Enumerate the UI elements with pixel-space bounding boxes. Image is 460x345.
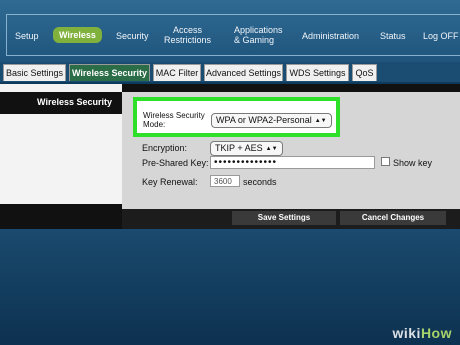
nav-wireless[interactable]: Wireless — [53, 27, 102, 43]
tab-wds-settings[interactable]: WDS Settings — [286, 64, 349, 81]
watermark-wiki: wiki — [392, 325, 421, 341]
top-navigation: Setup Wireless Security Access Restricti… — [0, 0, 460, 62]
show-key-checkbox[interactable] — [381, 157, 390, 166]
nav-log-off[interactable]: Log OFF — [423, 31, 459, 41]
action-bar: Save Settings Cancel Changes — [122, 209, 460, 229]
select-arrows-icon: ▲▼ — [314, 118, 327, 124]
psk-input[interactable]: •••••••••••••• — [210, 156, 375, 169]
show-key-label: Show key — [393, 158, 433, 168]
security-mode-value: WPA or WPA2-Personal — [216, 115, 312, 125]
encryption-label: Encryption: — [142, 143, 188, 153]
tab-wireless-security[interactable]: Wireless Security — [69, 64, 150, 81]
section-header-band: Wireless Security — [0, 92, 122, 114]
renewal-label: Key Renewal: — [142, 177, 198, 187]
nav-administration[interactable]: Administration — [302, 31, 359, 41]
nav-applications-gaming[interactable]: Applications & Gaming — [234, 25, 283, 45]
section-title: Wireless Security — [37, 97, 112, 107]
tab-advanced-settings[interactable]: Advanced Settings — [204, 64, 283, 81]
security-mode-label: Wireless Security Mode: — [143, 111, 205, 129]
nav-access-restrictions[interactable]: Access Restrictions — [164, 25, 211, 45]
security-mode-highlight: Wireless Security Mode: WPA or WPA2-Pers… — [133, 97, 340, 137]
save-settings-button[interactable]: Save Settings — [232, 211, 336, 225]
security-mode-select[interactable]: WPA or WPA2-Personal ▲▼ — [211, 113, 332, 128]
renewal-unit: seconds — [243, 177, 277, 187]
page-background: wikiHow — [0, 229, 460, 345]
security-mode-label-line2: Mode: — [143, 120, 166, 129]
cancel-changes-button[interactable]: Cancel Changes — [340, 211, 446, 225]
nav-access-restrictions-line1: Access — [173, 25, 203, 35]
nav-applications-line2: & Gaming — [234, 35, 275, 45]
nav-access-restrictions-line2: Restrictions — [164, 35, 212, 45]
renewal-input[interactable]: 3600 — [210, 175, 240, 187]
watermark-logo: wikiHow — [392, 325, 452, 341]
sub-tab-bar: Basic Settings Wireless Security MAC Fil… — [0, 62, 460, 82]
tab-basic-settings[interactable]: Basic Settings — [3, 64, 66, 81]
tab-qos[interactable]: QoS — [352, 64, 377, 81]
nav-security[interactable]: Security — [116, 31, 149, 41]
encryption-select[interactable]: TKIP + AES ▲▼ — [210, 141, 283, 156]
nav-setup[interactable]: Setup — [15, 31, 39, 41]
psk-label: Pre-Shared Key: — [142, 158, 209, 168]
select-arrows-icon: ▲▼ — [265, 146, 278, 152]
security-mode-label-line1: Wireless Security — [143, 111, 205, 120]
tab-mac-filter[interactable]: MAC Filter — [153, 64, 201, 81]
nav-status[interactable]: Status — [380, 31, 406, 41]
left-panel-footer — [0, 204, 122, 229]
encryption-value: TKIP + AES — [215, 143, 263, 153]
watermark-how: How — [420, 325, 452, 341]
nav-applications-line1: Applications — [234, 25, 283, 35]
left-panel: Wireless Security — [0, 84, 122, 229]
